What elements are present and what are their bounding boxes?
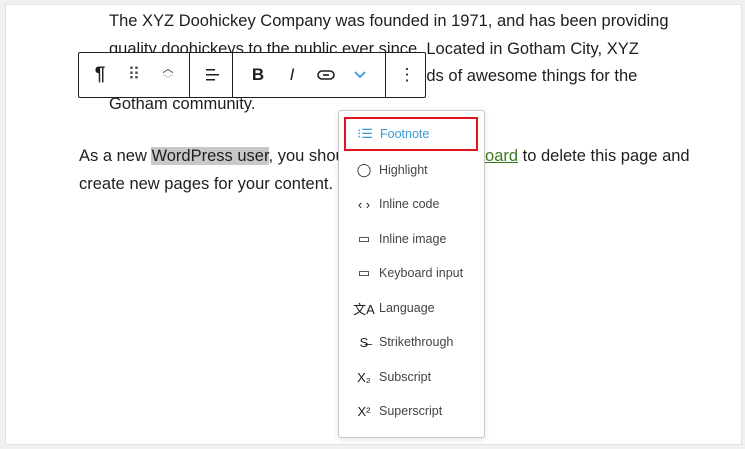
menu-item-label: Keyboard input [379,266,464,280]
footnote-icon: ⁝☰ [357,126,373,141]
menu-item-label: Footnote [380,127,430,141]
menu-item-label: Strikethrough [379,335,454,349]
options-button[interactable]: ⋮ [390,53,424,97]
paragraph-icon: ¶ [94,64,106,85]
menu-item-subscript[interactable]: X₂ Subscript [345,360,477,394]
language-icon: 文A [353,301,375,317]
keyboard-icon: ▭ [357,265,371,280]
block-toolbar: ¶ ⠿ ︿ ﹀ B I ⋮ [78,52,426,98]
more-formats-button[interactable] [343,53,377,97]
menu-item-language[interactable]: 文A Language [345,291,477,325]
menu-item-label: Inline image [379,232,447,246]
align-button[interactable] [194,53,228,97]
chevron-down-icon: ﹀ [162,74,174,86]
paragraph-block-type-button[interactable]: ¶ [83,53,117,97]
strikethrough-icon: S̶ [359,334,369,350]
image-icon: ▭ [357,231,371,246]
subscript-icon: X₂ [357,369,371,385]
italic-icon: I [289,65,295,84]
bold-button[interactable]: B [241,53,275,97]
selected-text[interactable]: WordPress user [151,147,269,165]
menu-item-label: Highlight [379,163,428,177]
bold-icon: B [251,65,265,84]
droplet-icon: ◯ [356,162,372,177]
menu-item-label: Language [379,301,435,315]
drag-handle[interactable]: ⠿ [117,53,151,97]
editor-canvas: The XYZ Doohickey Company was founded in… [5,4,742,445]
menu-item-strikethrough[interactable]: S̶ Strikethrough [345,325,477,359]
text: As a new [79,147,152,165]
more-vertical-icon: ⋮ [398,65,416,84]
code-icon: ‹ › [357,196,371,212]
move-up-down-button[interactable]: ︿ ﹀ [151,53,185,97]
menu-item-label: Inline code [379,197,440,211]
menu-item-footnote[interactable]: ⁝☰ Footnote [344,117,478,151]
chevron-down-icon [354,71,366,79]
link-icon [317,70,335,80]
align-left-icon [206,69,219,81]
menu-item-inline-code[interactable]: ‹ › Inline code [345,187,477,221]
superscript-icon: X² [357,403,371,419]
menu-item-keyboard-input[interactable]: ▭ Keyboard input [345,256,477,290]
link-button[interactable] [309,53,343,97]
menu-item-highlight[interactable]: ◯ Highlight [345,153,477,187]
menu-item-inline-image[interactable]: ▭ Inline image [345,222,477,256]
drag-icon: ⠿ [127,65,141,84]
menu-item-superscript[interactable]: X² Superscript [345,394,477,428]
italic-button[interactable]: I [275,53,309,97]
menu-item-label: Superscript [379,404,443,418]
menu-item-label: Subscript [379,370,432,384]
more-formats-menu: ⁝☰ Footnote ◯ Highlight ‹ › Inline code ▭ In… [338,110,485,438]
